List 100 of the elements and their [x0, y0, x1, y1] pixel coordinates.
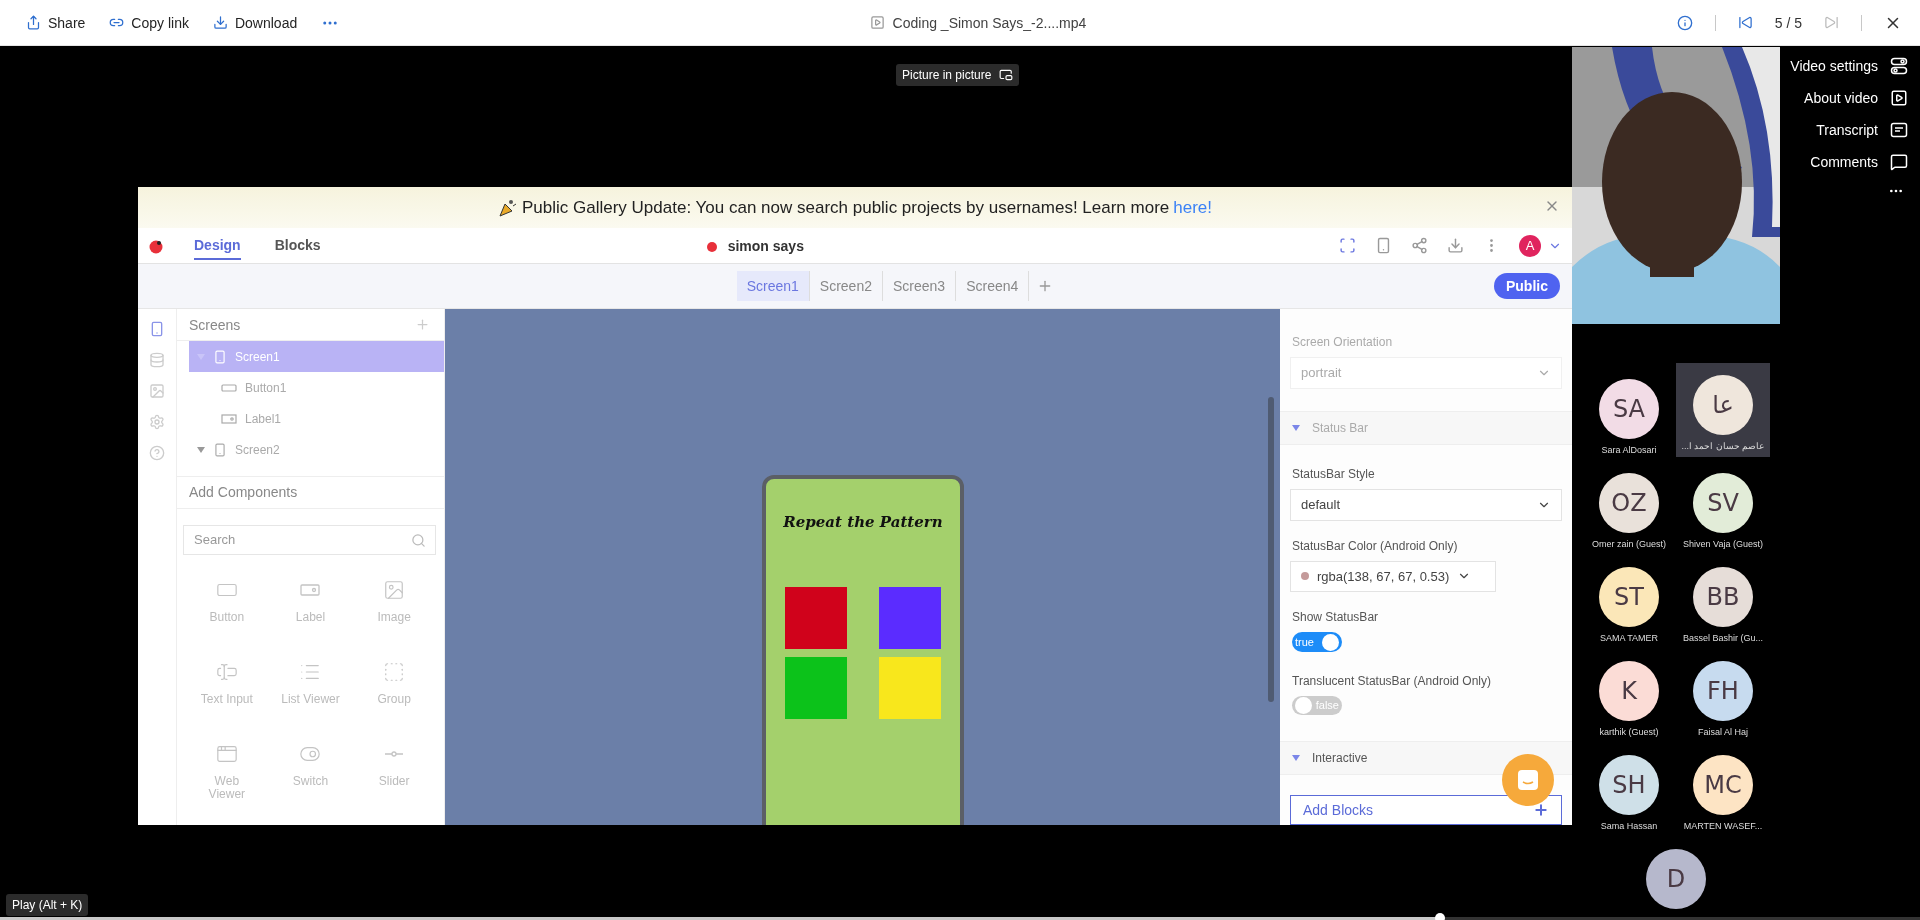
side-menu-item[interactable]: Comments — [1810, 151, 1908, 173]
play-icon — [1890, 89, 1908, 107]
participant-tile[interactable]: BB Bassel Bashir (Gu... — [1676, 551, 1770, 645]
participant-tile[interactable]: K karthik (Guest) — [1582, 645, 1676, 739]
add-icon[interactable] — [415, 317, 430, 333]
share-icon — [26, 15, 41, 30]
toggle-switch[interactable]: true — [1292, 632, 1342, 652]
public-button[interactable]: Public — [1494, 273, 1560, 299]
search-icon — [411, 533, 426, 548]
phone-icon — [213, 442, 227, 457]
participant-tile[interactable]: ST SAMA TAMER — [1582, 551, 1676, 645]
phone-icon[interactable] — [1375, 237, 1392, 254]
picture-in-picture-icon — [999, 68, 1014, 82]
participant-name: Omer zain (Guest) — [1592, 539, 1666, 549]
video-title: Coding _Simon Says_-2....mp4 — [892, 14, 1087, 31]
slider-icon — [383, 751, 406, 757]
comment-icon — [1890, 153, 1908, 171]
toolbar-button[interactable]: Share — [14, 8, 98, 37]
screen-tab[interactable]: Screen4 — [956, 271, 1030, 301]
participant-avatar: BB — [1693, 567, 1753, 627]
side-menu-item[interactable]: Transcript — [1816, 119, 1908, 141]
phone-icon[interactable] — [149, 321, 165, 337]
banner-text: Public Gallery Update: You can now search public projects by usernames! Learn more — [521, 197, 1170, 218]
participant-tile[interactable]: SV Shiven Vaja (Guest) — [1676, 457, 1770, 551]
caret-icon — [1292, 424, 1300, 431]
project-name: simon says — [727, 237, 804, 254]
database-icon[interactable] — [149, 352, 165, 368]
add-blocks-button[interactable]: Add Blocks — [1290, 794, 1562, 825]
side-menu-item[interactable]: Video settings — [1790, 55, 1908, 77]
image-icon — [383, 579, 406, 601]
image-icon[interactable] — [149, 383, 165, 399]
participant-name: Sama Hassan — [1600, 821, 1658, 831]
tooltip: Picture in picture — [896, 64, 1020, 86]
participant-avatar: SV — [1693, 473, 1753, 533]
plus-icon — [1533, 801, 1549, 818]
property-label: StatusBar Color (Android Only) — [1292, 538, 1459, 553]
frame-icon[interactable] — [1339, 237, 1356, 254]
color-select[interactable]: rgba(138, 67, 67, 0.53) — [1290, 560, 1496, 593]
info-icon[interactable] — [1676, 14, 1693, 31]
caret-icon — [197, 446, 205, 453]
participant-name: MARTEN WASEF... — [1683, 821, 1763, 831]
screen-tab[interactable]: Screen3 — [883, 271, 957, 301]
property-label: Translucent StatusBar (Android Only) — [1292, 673, 1492, 688]
participant-avatar: MC — [1693, 755, 1753, 815]
screen-tab[interactable]: Screen2 — [809, 271, 883, 301]
participant-name: Shiven Vaja (Guest) — [1683, 539, 1763, 549]
banner-link[interactable]: here! — [1173, 197, 1212, 218]
share-icon[interactable] — [1411, 237, 1428, 254]
section-header[interactable]: Interactive — [1292, 751, 1368, 765]
screen-tab[interactable]: Screen1 — [736, 271, 810, 301]
editor-tab[interactable]: Blocks — [274, 231, 321, 260]
property-label: Screen Orientation — [1292, 335, 1394, 349]
participant-tile[interactable]: OZ Omer zain (Guest) — [1582, 457, 1676, 551]
label-icon — [221, 412, 237, 425]
property-label: Show StatusBar — [1292, 610, 1380, 625]
participant-avatar: D — [1646, 849, 1706, 909]
screen-item[interactable]: Screen2 — [177, 434, 444, 466]
participant-name: karthik (Guest) — [1599, 727, 1659, 737]
participant-tile[interactable]: FH Faisal Al Haj — [1676, 645, 1770, 739]
scrollbar[interactable] — [1268, 397, 1274, 702]
text-input-icon — [215, 661, 238, 683]
side-menu-item[interactable]: About video — [1804, 87, 1908, 109]
project-icon — [705, 239, 718, 252]
tooltip-text: Play (Alt + K) — [6, 894, 89, 916]
editor-tab[interactable]: Design — [194, 231, 241, 260]
participant-tile[interactable]: SH Sama Hassan — [1582, 739, 1676, 833]
participant-tile[interactable]: SA Sara AlDosari — [1582, 363, 1676, 457]
participant-tile[interactable]: MC MARTEN WASEF... — [1676, 739, 1770, 833]
toolbar-button[interactable]: Copy link — [97, 8, 201, 37]
phone-title: Repeat the Pattern — [783, 513, 943, 531]
participant-name: Sara AlDosari — [1601, 445, 1657, 455]
participant-name: Bassel Bashir (Gu... — [1683, 633, 1763, 643]
select-field[interactable]: default — [1290, 488, 1562, 521]
next-icon[interactable] — [1824, 15, 1839, 30]
tree-item[interactable]: Button1 — [177, 372, 444, 404]
participant-avatar: FH — [1693, 661, 1753, 721]
video-file-icon — [869, 15, 885, 30]
settings-icon[interactable] — [149, 414, 165, 430]
search-field[interactable]: Search — [183, 525, 436, 555]
phone-icon — [213, 349, 227, 364]
participant-avatar: SA — [1599, 379, 1659, 439]
participant-avatar: SH — [1599, 755, 1659, 815]
property-label: StatusBar Style — [1292, 466, 1376, 481]
participant-name: عاصم حسان احمد ا... — [1681, 441, 1765, 451]
participant-tile[interactable]: D — [1646, 833, 1706, 920]
participant-avatar: ST — [1599, 567, 1659, 627]
party-popper-icon — [497, 197, 518, 218]
panel-title: Add Components — [189, 484, 298, 501]
text-lines-icon — [1890, 121, 1908, 139]
previous-icon[interactable] — [1737, 15, 1753, 30]
participant-avatar: K — [1599, 661, 1659, 721]
download-icon — [212, 15, 228, 30]
help-icon[interactable] — [149, 445, 165, 461]
window-icon — [215, 743, 238, 765]
participant-tile[interactable]: عا عاصم حسان احمد ا... — [1676, 363, 1770, 457]
participant-avatar: OZ — [1599, 473, 1659, 533]
seek-thumb[interactable] — [1435, 913, 1445, 920]
download-icon[interactable] — [1447, 237, 1464, 254]
toolbar-button[interactable]: Download — [200, 8, 310, 37]
user-avatar[interactable]: A — [1519, 234, 1541, 257]
